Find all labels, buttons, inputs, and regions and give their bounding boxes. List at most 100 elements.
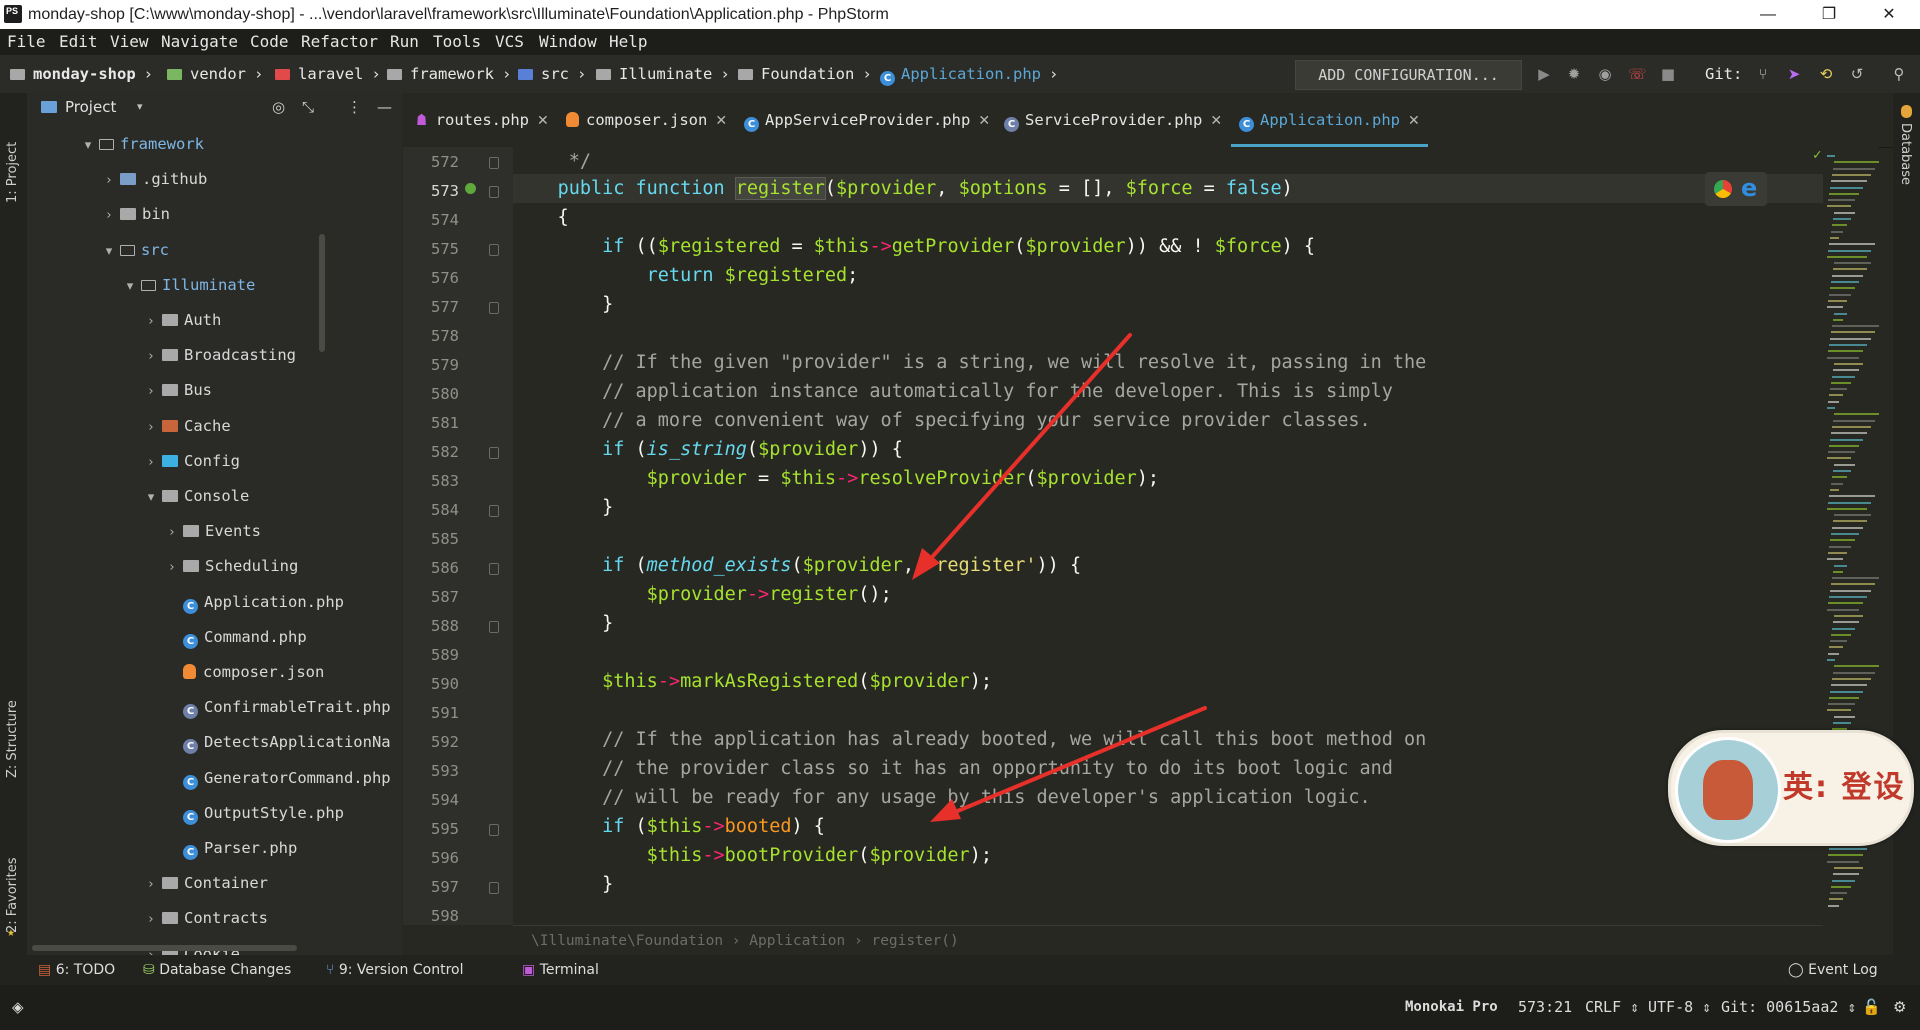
line-number[interactable]: 587 [419,588,459,606]
line-number[interactable]: 580 [419,385,459,403]
line-number[interactable]: 579 [419,356,459,374]
tree-item[interactable]: › Container [144,866,268,901]
encoding-selector[interactable]: UTF-8 ⇕ [1648,985,1711,1030]
tree-item[interactable]: › bin [102,197,170,232]
line-number[interactable]: 594 [419,791,459,809]
override-marker-icon[interactable] [465,183,476,194]
vcs-history-icon[interactable]: ⟲ [1817,65,1835,83]
git-branch-selector[interactable]: Git: 00615aa2 ⇕ [1721,985,1856,1030]
line-number[interactable]: 586 [419,559,459,577]
terminal-tool-button[interactable]: ▣ Terminal [522,955,599,985]
line-number[interactable]: 572 [419,153,459,171]
chevron-right-icon[interactable]: › [165,550,179,585]
favorites-tool-button[interactable]: 2: Favorites [5,857,20,933]
crumb-application-php[interactable]: C Application.php › [880,55,1058,93]
ie-icon[interactable]: e [1741,174,1757,202]
tree-item[interactable]: › Scheduling [165,549,298,584]
menu-edit[interactable]: Edit [59,29,98,55]
crumb-vendor[interactable]: vendor › [167,55,263,93]
line-number[interactable]: 596 [419,849,459,867]
line-number[interactable]: 582 [419,443,459,461]
menu-refactor[interactable]: Refactor [301,29,378,55]
lock-icon[interactable]: 🔓 [1862,985,1881,1030]
tree-item[interactable]: › Contracts [144,901,268,936]
chevron-right-icon[interactable]: › [144,304,158,339]
tree-item[interactable]: › Events [165,514,261,549]
crumb-laravel[interactable]: laravel › [275,55,381,93]
chevron-down-icon[interactable]: ▾ [137,93,143,121]
line-number[interactable]: 589 [419,646,459,664]
menu-code[interactable]: Code [250,29,289,55]
hide-panel-icon[interactable]: — [377,93,392,121]
chevron-right-icon[interactable]: › [144,374,158,409]
tree-item[interactable]: C ConfirmableTrait.php [165,690,391,725]
tab-composer-json[interactable]: composer.json ✕ [558,93,735,147]
chevron-right-icon[interactable]: › [144,339,158,374]
crumb-illuminate[interactable]: Illuminate › [596,55,730,93]
tree-item[interactable]: C Application.php [165,585,344,620]
tree-item[interactable]: composer.json [165,655,324,690]
vcs-push-icon[interactable]: ➤ [1785,65,1803,83]
chevron-down-icon[interactable]: ▾ [123,269,137,304]
caret-position[interactable]: 573:21 [1518,985,1572,1030]
line-number[interactable]: 577 [419,298,459,316]
inspector-icon[interactable]: ⚙ [1893,985,1906,1030]
menu-view[interactable]: View [110,29,149,55]
more-options-icon[interactable]: ⋮ [347,93,362,121]
close-tab-icon[interactable]: ✕ [1408,113,1420,129]
listen-debug-icon[interactable]: ☏ [1628,65,1647,83]
chevron-right-icon[interactable]: › [102,163,116,198]
tree-item[interactable]: › Broadcasting [144,338,296,373]
database-tool-button[interactable]: Database [1898,123,1913,185]
menu-file[interactable]: File [7,29,46,55]
close-tab-icon[interactable]: ✕ [978,113,990,129]
tab-appserviceprovider-php[interactable]: C AppServiceProvider.php ✕ [736,93,998,147]
line-number[interactable]: 593 [419,762,459,780]
add-configuration-button[interactable]: ADD CONFIGURATION... [1295,60,1522,90]
line-number[interactable]: 585 [419,530,459,548]
chevron-down-icon[interactable]: ▾ [102,234,116,269]
code-editor[interactable]: */ public function register($provider, $… [513,147,1823,925]
fold-marker-icon[interactable] [489,882,499,894]
line-number[interactable]: 597 [419,878,459,896]
menu-window[interactable]: Window [539,29,597,55]
editor-breadcrumb[interactable]: \Illuminate\Foundation › Application › r… [513,925,1823,956]
tree-horizontal-scrollbar[interactable] [32,945,297,951]
debug-icon[interactable]: ✹ [1565,65,1583,83]
theme-indicator[interactable]: Monokai Pro [1405,985,1498,1030]
line-number[interactable]: 581 [419,414,459,432]
run-icon[interactable]: ▶ [1535,65,1553,83]
fold-marker-icon[interactable] [489,824,499,836]
line-number[interactable]: 573 [419,182,459,200]
line-number[interactable]: 583 [419,472,459,490]
tree-item[interactable]: ▾ framework [81,127,204,162]
chevron-right-icon[interactable]: › [144,902,158,937]
event-log-tool-button[interactable]: ◯ Event Log [1788,955,1878,985]
crumb-monday-shop[interactable]: monday-shop › [10,55,153,93]
fold-marker-icon[interactable] [489,302,499,314]
tab-application-php[interactable]: C Application.php ✕ [1231,93,1428,147]
line-number[interactable]: 590 [419,675,459,693]
menu-navigate[interactable]: Navigate [161,29,238,55]
tree-item[interactable]: › Config [144,444,240,479]
tree-item[interactable]: C Command.php [165,620,307,655]
chevron-right-icon[interactable]: › [102,198,116,233]
line-number[interactable]: 592 [419,733,459,751]
fold-marker-icon[interactable] [489,447,499,459]
tab-routes-php[interactable]: ☗ routes.php ✕ [409,93,557,147]
close-tab-icon[interactable]: ✕ [715,113,727,129]
locate-icon[interactable]: ◎ [272,93,285,121]
project-tool-button[interactable]: 1: Project [5,142,20,203]
fold-marker-icon[interactable] [489,157,499,169]
todo-tool-button[interactable]: ▤ 6: TODO [38,955,115,985]
tree-item[interactable]: ▾ Console [144,479,250,514]
tree-item[interactable]: C OutputStyle.php [165,796,344,831]
vcs-rollback-icon[interactable]: ↺ [1848,65,1866,83]
tree-item[interactable]: ▾ src [102,233,169,268]
coverage-icon[interactable]: ◉ [1596,65,1614,83]
project-view-selector[interactable]: Project [65,93,116,121]
fold-marker-icon[interactable] [489,621,499,633]
vcs-update-icon[interactable]: ⑂ [1754,65,1772,83]
line-number[interactable]: 595 [419,820,459,838]
version-control-tool-button[interactable]: ⑂ 9: Version Control [326,955,463,985]
